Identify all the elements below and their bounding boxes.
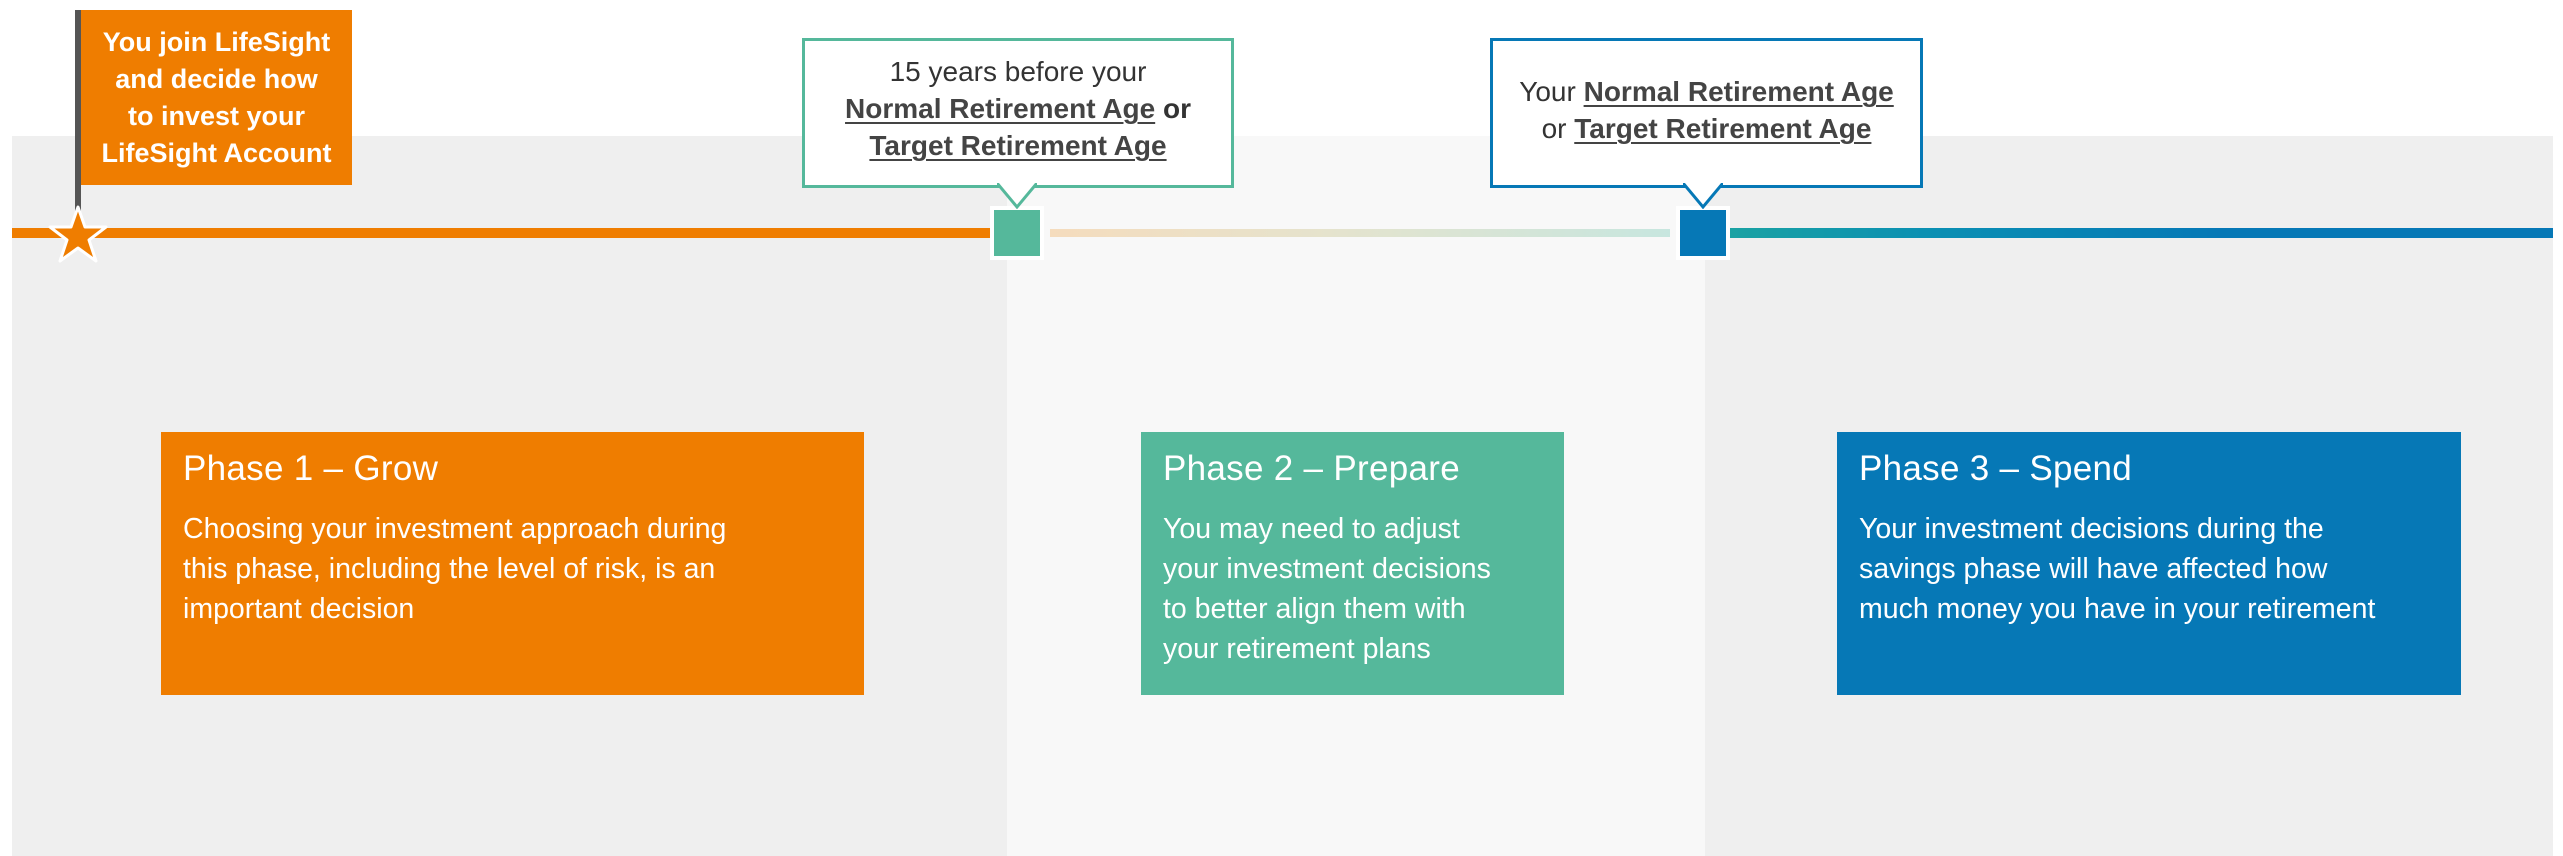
milestone-15-years-marker — [990, 206, 1044, 260]
phase-text: Your investment decisions during the — [1859, 513, 2324, 545]
phase-text: much money you have in your retirement — [1859, 593, 2376, 625]
target-retirement-age-link[interactable]: Target Retirement Age — [1574, 113, 1871, 144]
normal-retirement-age-link[interactable]: Normal Retirement Age — [1584, 76, 1894, 107]
normal-retirement-age-link[interactable]: Normal Retirement Age — [845, 93, 1155, 124]
callout-text: Your — [1519, 76, 1584, 107]
flag-line: to invest your — [127, 101, 306, 131]
flag-line: and decide how — [115, 64, 318, 94]
phase-text: your retirement plans — [1163, 633, 1431, 665]
timeline-prepare-segment — [1050, 229, 1670, 237]
flag-line: You join LifeSight — [102, 27, 331, 57]
phase-title: Phase 2 – Prepare — [1163, 449, 1460, 488]
phase-text: savings phase will have affected how — [1859, 553, 2328, 585]
phase-2-card: Phase 2 – Prepare You may need to adjust… — [1141, 432, 1564, 695]
phase-text: to better align them with — [1163, 593, 1466, 625]
phase-1-card: Phase 1 – Grow Choosing your investment … — [161, 432, 864, 695]
phase-title: Phase 3 – Spend — [1859, 449, 2133, 488]
phase-3-card: Phase 3 – Spend Your investment decision… — [1837, 432, 2461, 695]
phase-text: your investment decisions — [1163, 553, 1491, 585]
callout-text: 15 years before your — [889, 56, 1147, 87]
callout-retirement-age: Your Normal Retirement Age or Target Ret… — [1490, 38, 1923, 188]
target-retirement-age-link[interactable]: Target Retirement Age — [869, 130, 1166, 161]
callout-15-years-before: 15 years before your Normal Retirement A… — [802, 38, 1234, 188]
phase-text: Choosing your investment approach during — [183, 513, 727, 545]
join-lifesight-flag: You join LifeSight and decide how to inv… — [81, 10, 352, 185]
callout-text: or — [1155, 93, 1191, 124]
timeline-grow-segment — [12, 228, 992, 238]
star-icon — [48, 205, 108, 263]
flag-line: LifeSight Account — [101, 138, 332, 168]
milestone-retirement-age-marker — [1676, 206, 1730, 260]
phase-title: Phase 1 – Grow — [183, 449, 439, 488]
phase-text: important decision — [183, 593, 415, 625]
callout-text: or — [1541, 113, 1575, 144]
phase-text: this phase, including the level of risk,… — [183, 553, 716, 585]
phase-text: You may need to adjust — [1163, 513, 1460, 545]
timeline-spend-segment — [1730, 228, 2553, 238]
